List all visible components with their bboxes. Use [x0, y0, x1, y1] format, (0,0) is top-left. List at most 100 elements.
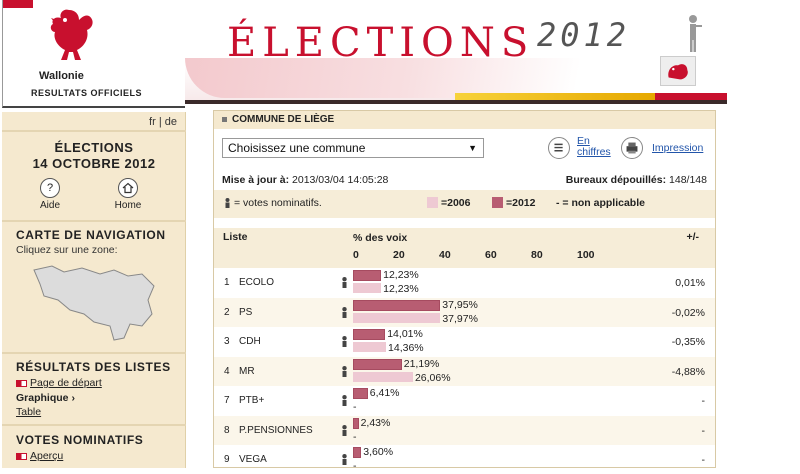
overview-link[interactable]: Aperçu: [16, 450, 63, 462]
axis-tick-label: 80: [531, 249, 543, 261]
result-row: 7 PTB+ 6,41% - -: [214, 386, 715, 415]
update-info: Mise à jour à: 2013/03/04 14:05:28: [222, 174, 388, 186]
sidebar-divider: [2, 130, 186, 132]
nominative-votes-title: VOTES NOMINATIFS: [16, 433, 144, 447]
elections-banner: ÉLECTIONS 2012: [185, 0, 727, 100]
figures-link[interactable]: En chiffres: [577, 136, 611, 158]
graph-view-link[interactable]: Graphique ›: [16, 392, 75, 404]
axis-tick-label: 40: [439, 249, 451, 261]
official-results-label: RESULTATS OFFICIELS: [31, 88, 142, 98]
bar-2006: [353, 371, 413, 382]
list-number: 9: [224, 454, 230, 465]
sidebar-divider: [2, 424, 186, 426]
election-date: 14 OCTOBRE 2012: [32, 156, 156, 171]
person-icon[interactable]: [341, 336, 348, 347]
axis-tick-label: 0: [353, 249, 359, 261]
legend-not-applicable: - = non applicable: [556, 197, 645, 209]
election-title: ÉLECTIONS 14 OCTOBRE 2012: [2, 140, 186, 172]
value-2006: -: [353, 401, 357, 413]
list-number: 4: [224, 365, 230, 377]
column-liste: Liste: [223, 231, 248, 243]
bar-2006: [353, 312, 441, 323]
commune-header: COMMUNE DE LIÈGE: [214, 111, 715, 129]
difference-value: -: [701, 454, 706, 466]
wallonia-map[interactable]: [30, 260, 160, 342]
list-number: 2: [224, 306, 230, 318]
legend-2012-label: =2012: [506, 197, 536, 209]
value-2006: 14,36%: [388, 342, 424, 354]
polling-stations-info: Bureaux dépouillés: 148/148: [566, 174, 707, 186]
logo-corner-accent: [3, 0, 33, 8]
list-results-title: RÉSULTATS DES LISTES: [16, 360, 171, 374]
axis-tick-label: 20: [393, 249, 405, 261]
legend-nominative-text: = votes nominatifs.: [234, 197, 322, 209]
home-button[interactable]: Home: [108, 178, 148, 211]
rooster-badge-icon: [660, 56, 696, 86]
person-icon[interactable]: [341, 395, 348, 406]
person-icon[interactable]: [341, 277, 348, 288]
navigation-map-hint: Cliquez sur une zone:: [16, 244, 118, 256]
difference-value: 0,01%: [675, 277, 705, 289]
value-2006: -: [353, 430, 357, 443]
sidebar: fr | de ÉLECTIONS 14 OCTOBRE 2012 ? Aide…: [2, 112, 186, 468]
result-row: 3 CDH 14,01% 14,36% -0,35%: [214, 327, 715, 356]
lang-fr-link[interactable]: fr: [149, 116, 156, 128]
start-page-link[interactable]: Page de départ: [16, 377, 102, 389]
brand-name: Wallonie: [39, 70, 84, 82]
party-name: CDH: [239, 336, 261, 347]
value-2012: 21,19%: [403, 357, 440, 370]
value-2006: -: [353, 460, 357, 472]
bar-2006: [353, 283, 382, 293]
column-difference: +/-: [686, 231, 699, 243]
print-link[interactable]: Impression: [652, 143, 703, 154]
help-button[interactable]: ? Aide: [30, 178, 70, 211]
value-2012: 37,95%: [442, 298, 478, 311]
bar-2012: [353, 270, 382, 281]
bar-2012: [353, 388, 368, 399]
start-page-label: Page de départ: [30, 377, 102, 389]
person-icon[interactable]: [341, 454, 348, 465]
commune-name: COMMUNE DE LIÈGE: [232, 114, 335, 125]
update-timestamp: 2013/03/04 14:05:28: [292, 174, 389, 186]
person-icon[interactable]: [341, 306, 348, 318]
value-2006: 12,23%: [383, 283, 419, 295]
bar-2012: [353, 299, 441, 311]
column-percent: % des voix: [353, 232, 408, 244]
banner-red-band: [655, 93, 727, 100]
value-2012: 6,41%: [369, 387, 400, 399]
value-2012: 2,43%: [360, 416, 391, 429]
difference-value: -0,35%: [671, 336, 705, 348]
list-number: 1: [224, 277, 230, 288]
list-number: 3: [224, 336, 230, 347]
axis-tick-label: 100: [577, 249, 595, 261]
person-icon[interactable]: [341, 365, 348, 377]
bar-2012: [353, 447, 362, 458]
legend-nominative: = votes nominatifs.: [224, 197, 322, 209]
voter-figure-icon: [689, 15, 702, 52]
results-table-header: Liste % des voix +/- 0 20 40 60 80 100: [214, 228, 715, 268]
person-icon: [225, 198, 230, 209]
lang-de-link[interactable]: de: [165, 116, 177, 128]
update-label: Mise à jour à:: [222, 174, 290, 186]
commune-select[interactable]: Choisissez une commune ▼: [222, 138, 484, 158]
home-label: Home: [114, 200, 142, 211]
value-2012: 3,60%: [363, 446, 394, 458]
list-number: 8: [224, 424, 230, 436]
wallonie-logo-box: Wallonie RESULTATS OFFICIELS: [2, 0, 185, 108]
home-icon: [118, 178, 138, 198]
bar-2012: [353, 358, 402, 370]
banner-yellow-band: [455, 93, 655, 100]
table-view-link[interactable]: Table: [16, 406, 41, 418]
banner-year: 2012: [537, 16, 631, 54]
printer-icon[interactable]: [621, 137, 643, 159]
value-2012: 12,23%: [383, 269, 419, 281]
figures-list-icon[interactable]: [548, 137, 570, 159]
chevron-right-icon: ›: [71, 392, 75, 404]
banner-title: ÉLECTIONS: [227, 20, 535, 66]
bar-2006: [353, 342, 387, 352]
result-row: 2 PS 37,95% 37,97% -0,02%: [214, 297, 715, 327]
commune-select-value: Choisissez une commune: [228, 141, 366, 155]
bullet-icon: [222, 116, 227, 122]
person-icon[interactable]: [341, 424, 348, 436]
legend-2006-label: =2006: [441, 197, 471, 209]
